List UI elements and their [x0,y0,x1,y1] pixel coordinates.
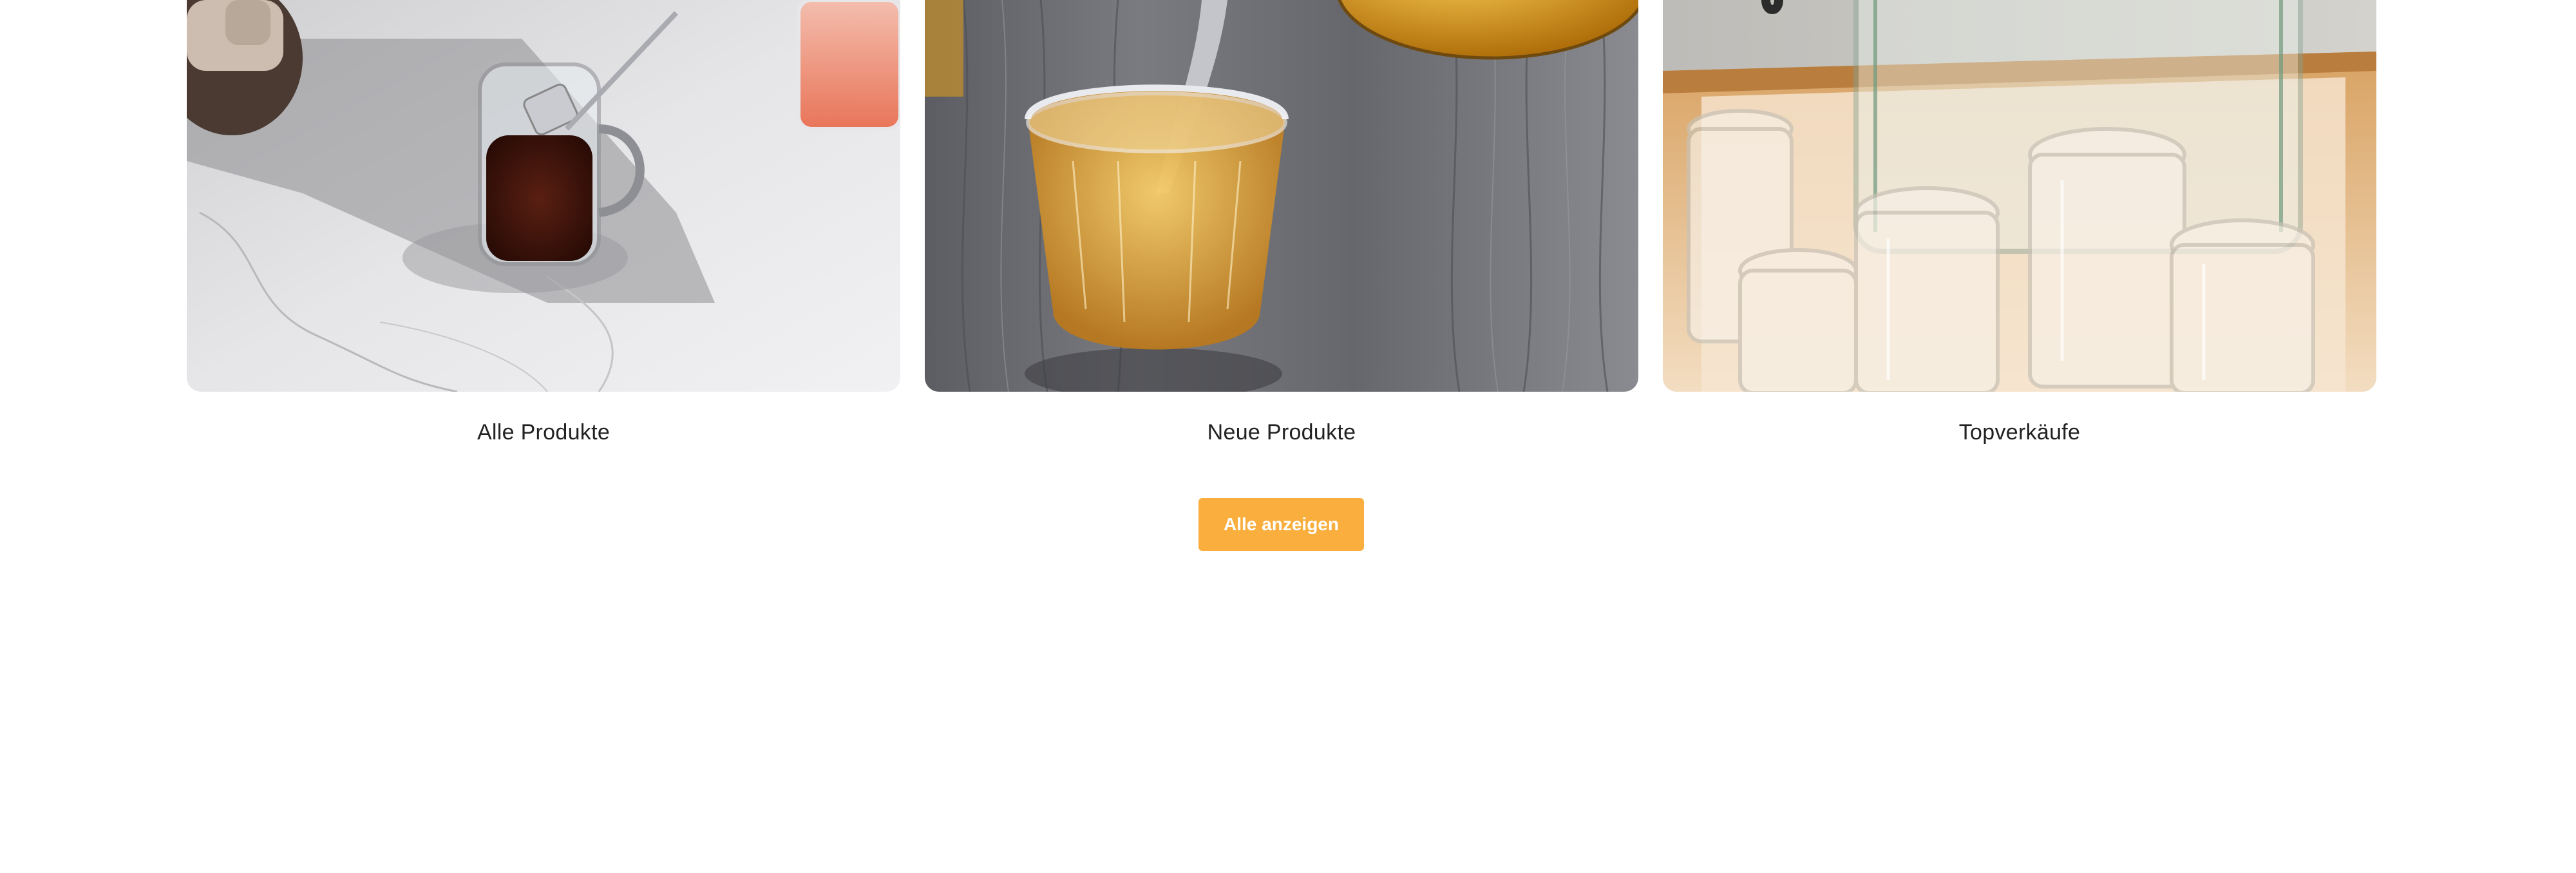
collection-title[interactable]: Topverkäufe [1959,420,2081,445]
collection-grid: Alle Produkte Neue Produkte Topverkäufe [187,0,2376,445]
collection-image-all-products[interactable] [187,0,900,392]
iced-coffee-glass-image [187,0,900,392]
glass-cups-tray-image [1663,0,2376,392]
collection-card-all-products[interactable]: Alle Produkte [187,0,900,445]
collection-image-new-products[interactable] [925,0,1638,392]
page: Alle Produkte Neue Produkte Topverkäufe … [0,0,2576,873]
collection-card-new-products[interactable]: Neue Produkte [925,0,1638,445]
collection-title[interactable]: Neue Produkte [1208,420,1356,445]
view-all-button[interactable]: Alle anzeigen [1198,498,1364,551]
tea-pouring-cup-image [925,0,1638,392]
collection-title[interactable]: Alle Produkte [477,420,610,445]
collection-card-top-sellers[interactable]: Topverkäufe [1663,0,2376,445]
collection-image-top-sellers[interactable] [1663,0,2376,392]
